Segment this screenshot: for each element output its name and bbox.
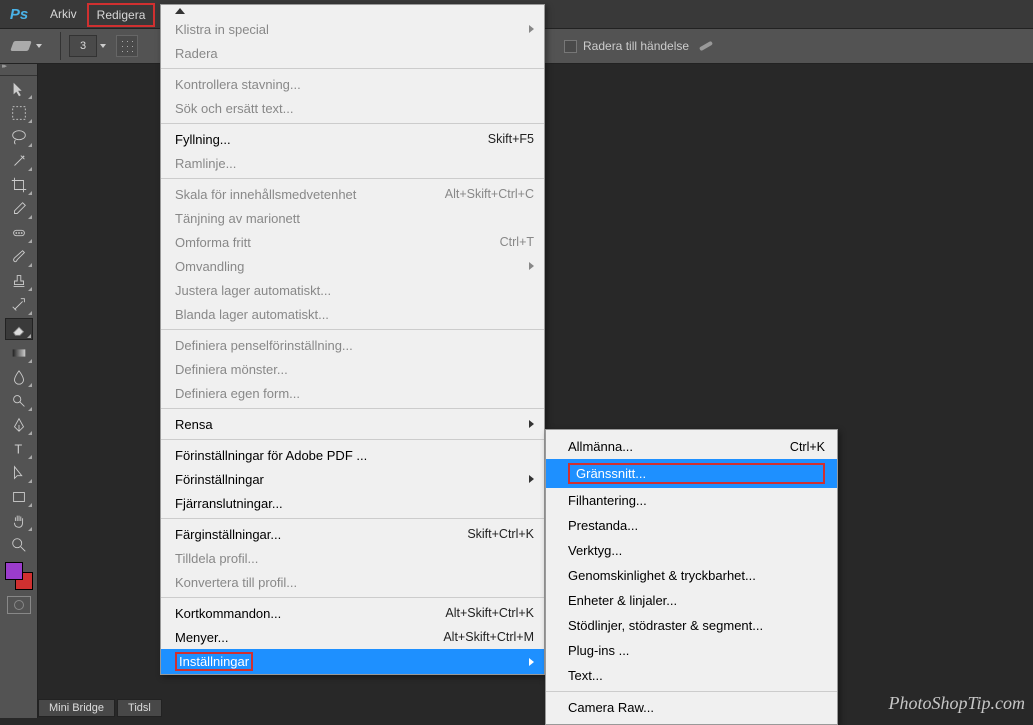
brush-tool[interactable] [5,246,33,268]
menu-separator [161,68,544,69]
submenu-item-text[interactable]: Text... [546,663,837,688]
gradient-tool[interactable] [5,342,33,364]
current-tool-icon[interactable] [10,36,42,56]
menu-item-color-settings[interactable]: Färginställningar...Skift+Ctrl+K [161,522,544,546]
eraser-icon [10,36,32,56]
app-logo: Ps [6,4,32,24]
wand-tool[interactable] [5,150,33,172]
menu-item-puppet-warp[interactable]: Tänjning av marionett [161,206,544,230]
menu-item-presets[interactable]: Förinställningar [161,467,544,491]
menu-item-content-aware[interactable]: Skala för innehållsmedvetenhetAlt+Skift+… [161,182,544,206]
submenu-item-transparency[interactable]: Genomskinlighet & tryckbarhet... [546,563,837,588]
bottom-panel-tabs: Mini Bridge Tidsl [38,698,164,718]
brush-small-icon [697,41,715,51]
crop-tool[interactable] [5,174,33,196]
menu-item-transform[interactable]: Omvandling [161,254,544,278]
stamp-tool[interactable] [5,270,33,292]
foreground-color[interactable] [5,562,23,580]
menu-item-remote-connections[interactable]: Fjärranslutningar... [161,491,544,515]
submenu-item-file-handling[interactable]: Filhantering... [546,488,837,513]
submenu-item-units[interactable]: Enheter & linjaler... [546,588,837,613]
menu-item-auto-align[interactable]: Justera lager automatiskt... [161,278,544,302]
menu-item-spelling[interactable]: Kontrollera stavning... [161,72,544,96]
options-toolbar-right: Radera till händelse [560,28,1033,64]
submenu-item-camera-raw[interactable]: Camera Raw... [546,695,837,720]
menu-item-radera[interactable]: Radera [161,41,544,65]
menu-item-define-pattern[interactable]: Definiera mönster... [161,357,544,381]
dodge-tool[interactable] [5,390,33,412]
submenu-arrow-icon [529,658,534,666]
menu-separator [161,178,544,179]
scroll-up-arrow-icon[interactable] [175,8,185,14]
svg-text:T: T [14,443,22,457]
menu-separator [161,597,544,598]
submenu-item-general[interactable]: Allmänna...Ctrl+K [546,434,837,459]
menu-item-menus[interactable]: Menyer...Alt+Skift+Ctrl+M [161,625,544,649]
history-brush-tool[interactable] [5,294,33,316]
submenu-item-tools[interactable]: Verktyg... [546,538,837,563]
color-swatches[interactable] [5,562,33,590]
zoom-tool[interactable] [5,534,33,556]
menu-item-find-replace[interactable]: Sök och ersätt text... [161,96,544,120]
brush-size-input[interactable] [69,35,97,57]
chevron-down-icon [100,44,106,48]
menu-separator [161,123,544,124]
menu-item-define-brush[interactable]: Definiera penselförinställning... [161,333,544,357]
marquee-tool[interactable] [5,102,33,124]
eraser-tool[interactable] [5,318,33,340]
hand-tool[interactable] [5,510,33,532]
menu-item-fill[interactable]: Fyllning...Skift+F5 [161,127,544,151]
path-selection-tool[interactable] [5,462,33,484]
menu-item-free-transform[interactable]: Omforma frittCtrl+T [161,230,544,254]
chevron-down-icon [36,44,42,48]
move-tool[interactable] [5,78,33,100]
healing-tool[interactable] [5,222,33,244]
redigera-dropdown: Klistra in special Radera Kontrollera st… [160,4,545,675]
menu-item-preferences[interactable]: Inställningar [161,649,544,674]
tab-mini-bridge[interactable]: Mini Bridge [38,699,115,717]
submenu-arrow-icon [529,420,534,428]
pen-tool[interactable] [5,414,33,436]
quick-mask-icon [14,600,24,610]
submenu-arrow-icon [529,25,534,33]
brush-preset-button[interactable] [116,35,138,57]
eyedropper-tool[interactable] [5,198,33,220]
menu-separator [546,691,837,692]
menu-item-stroke[interactable]: Ramlinje... [161,151,544,175]
menu-item-shortcuts[interactable]: Kortkommandon...Alt+Skift+Ctrl+K [161,601,544,625]
erase-to-history-label: Radera till händelse [583,39,689,53]
submenu-arrow-icon [529,475,534,483]
menu-item-auto-blend[interactable]: Blanda lager automatiskt... [161,302,544,326]
submenu-item-guides[interactable]: Stödlinjer, stödraster & segment... [546,613,837,638]
tab-timeline[interactable]: Tidsl [117,699,162,717]
preferences-submenu: Allmänna...Ctrl+K Gränssnitt... Filhante… [545,429,838,725]
submenu-item-plugins[interactable]: Plug-ins ... [546,638,837,663]
type-tool[interactable]: T [5,438,33,460]
menu-redigera[interactable]: Redigera [87,3,156,27]
menu-separator [161,408,544,409]
menu-separator [161,439,544,440]
quick-mask-tool[interactable] [7,596,31,614]
brush-size-control[interactable] [69,35,106,57]
panel-collapse-icon[interactable] [0,64,37,76]
menu-item-pdf-presets[interactable]: Förinställningar för Adobe PDF ... [161,443,544,467]
submenu-arrow-icon [529,262,534,270]
menu-separator [161,329,544,330]
submenu-item-performance[interactable]: Prestanda... [546,513,837,538]
tool-panel: T [0,64,38,718]
menu-item-paste-special[interactable]: Klistra in special [161,17,544,41]
divider [60,32,61,60]
rectangle-tool[interactable] [5,486,33,508]
blur-tool[interactable] [5,366,33,388]
lasso-tool[interactable] [5,126,33,148]
menu-separator [161,518,544,519]
erase-to-history-checkbox[interactable] [564,40,577,53]
menu-arkiv[interactable]: Arkiv [40,0,87,28]
menu-item-purge[interactable]: Rensa [161,412,544,436]
menu-item-assign-profile[interactable]: Tilldela profil... [161,546,544,570]
menu-item-convert-profile[interactable]: Konvertera till profil... [161,570,544,594]
brush-preset-icon [120,39,134,53]
menu-item-define-shape[interactable]: Definiera egen form... [161,381,544,405]
submenu-item-interface[interactable]: Gränssnitt... [546,459,837,488]
